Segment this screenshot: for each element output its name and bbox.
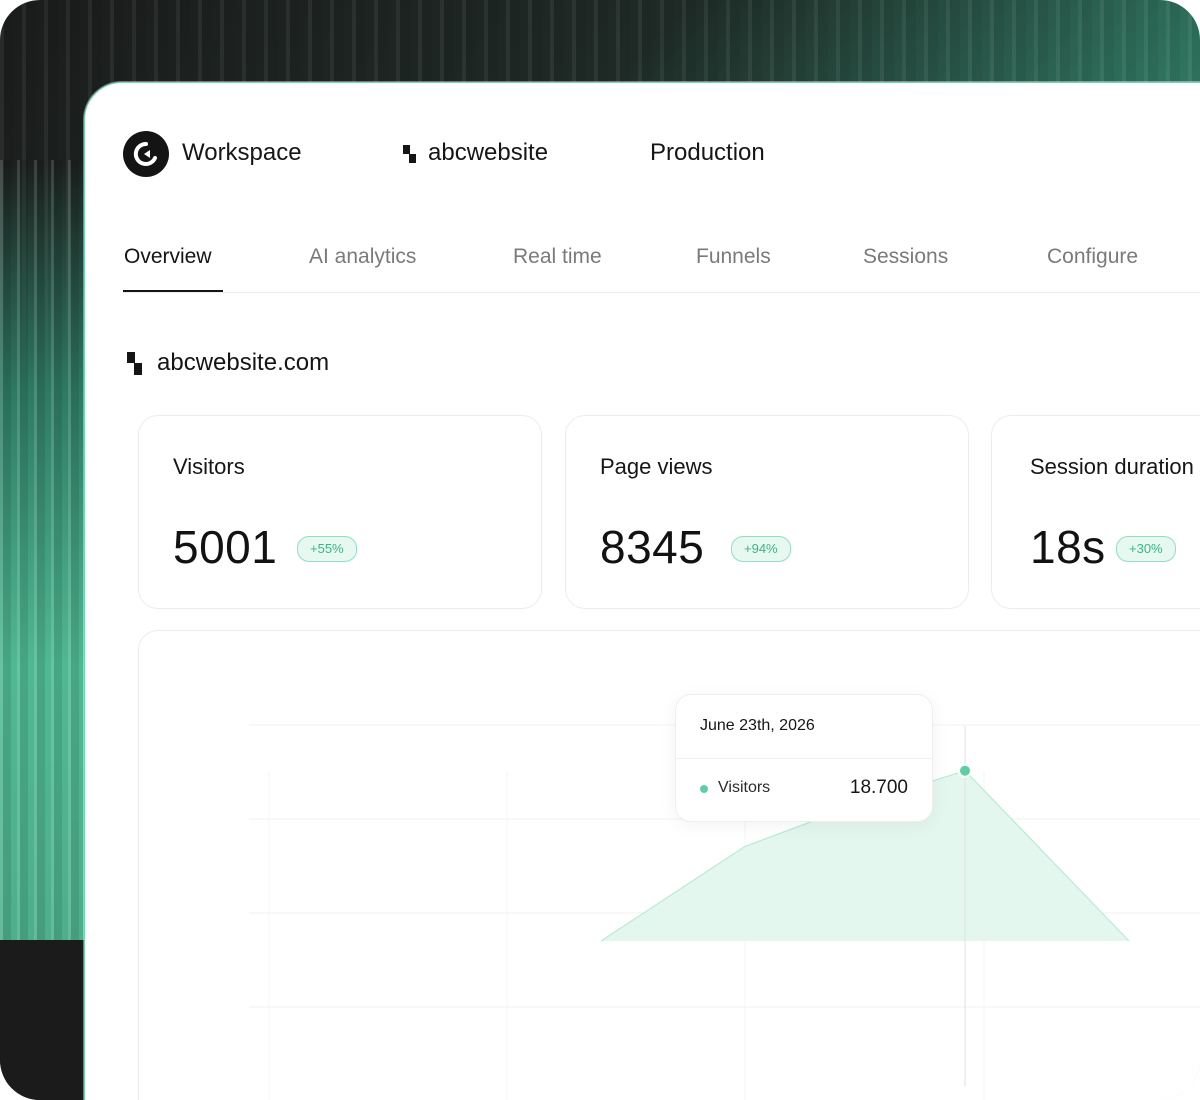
change-badge: +55% — [297, 536, 357, 562]
highlight-point[interactable] — [958, 763, 972, 778]
metric-label: Page views — [600, 454, 713, 479]
site-icon — [127, 352, 142, 375]
area-chart[interactable] — [139, 631, 1200, 1100]
change-badge: +30% — [1116, 536, 1176, 562]
tab-divider — [123, 292, 1200, 293]
tab-sessions[interactable]: Sessions — [863, 245, 948, 269]
tooltip-series-label: Visitors — [718, 779, 771, 796]
background-frame: Workspace abcwebsite Production Overview… — [0, 0, 1200, 1100]
metric-label: Visitors — [173, 454, 245, 479]
project-selector[interactable]: abcwebsite — [428, 139, 548, 167]
tooltip-series-value: 18.700 — [849, 777, 908, 798]
metric-label: Session duration — [1030, 454, 1194, 479]
project-icon — [403, 145, 416, 163]
tab-configure[interactable]: Configure — [1047, 245, 1138, 269]
active-tab-indicator — [123, 290, 223, 292]
metric-value: 8345 — [600, 521, 705, 573]
tab-funnels[interactable]: Funnels — [696, 245, 771, 269]
environment-selector[interactable]: Production — [650, 139, 765, 167]
tab-ai-analytics[interactable]: AI analytics — [309, 245, 416, 269]
metric-value: 18s — [1030, 521, 1106, 573]
metric-value: 5001 — [173, 521, 278, 573]
workspace-selector[interactable]: Workspace — [182, 139, 302, 167]
metric-card-session-duration[interactable]: Session duration 18s +30% — [991, 415, 1200, 609]
series-dot-icon — [700, 785, 708, 793]
tab-overview[interactable]: Overview — [124, 245, 212, 269]
dashboard-panel: Workspace abcwebsite Production Overview… — [84, 82, 1200, 1100]
chart-tooltip: June 23th, 2026 Visitors 18.700 — [675, 694, 933, 822]
left-dark-block — [0, 940, 90, 1100]
metric-card-page-views[interactable]: Page views 8345 +94% — [565, 415, 969, 609]
tooltip-date: June 23th, 2026 — [700, 717, 815, 734]
site-domain-title: abcwebsite.com — [157, 349, 330, 376]
tab-real-time[interactable]: Real time — [513, 245, 602, 269]
change-badge: +94% — [731, 536, 791, 562]
workspace-logo-icon[interactable] — [123, 131, 169, 177]
metric-card-visitors[interactable]: Visitors 5001 +55% — [138, 415, 542, 609]
visitors-chart-card: June 23th, 2026 Visitors 18.700 — [138, 630, 1200, 1100]
left-stripes — [0, 160, 90, 940]
tooltip-divider — [676, 758, 932, 759]
